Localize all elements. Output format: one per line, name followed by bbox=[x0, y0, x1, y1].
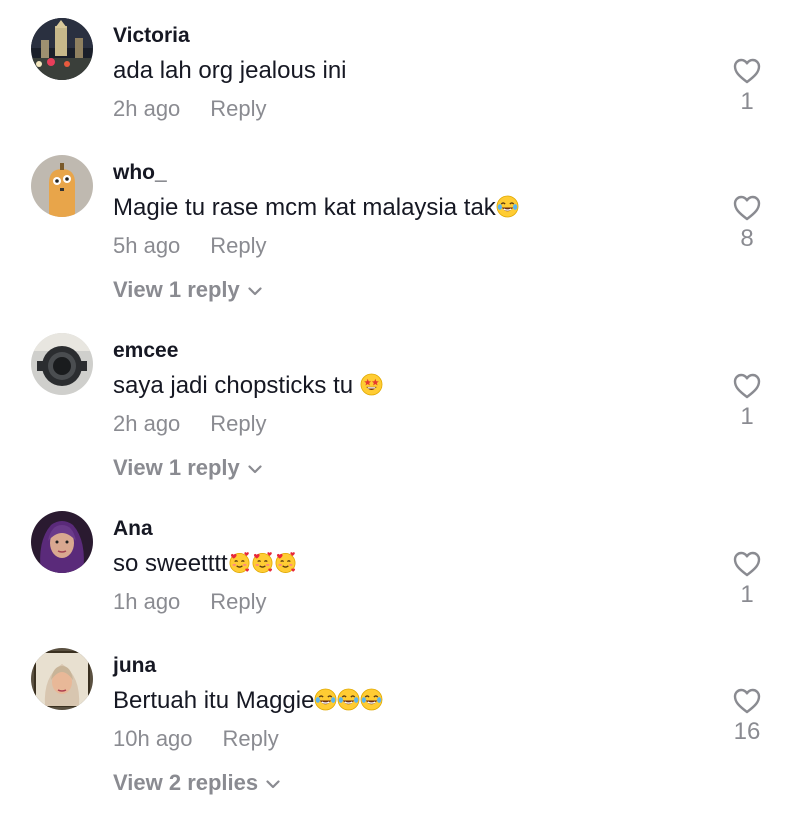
comment-meta: 5h ago Reply bbox=[113, 233, 267, 259]
avatar[interactable] bbox=[31, 18, 93, 80]
comment-text: saya jadi chopsticks tu bbox=[113, 372, 383, 400]
comment-username[interactable]: Victoria bbox=[113, 24, 190, 48]
comment-time: 1h ago bbox=[113, 589, 181, 614]
smiling-face-with-hearts-emoji bbox=[274, 551, 297, 574]
avatar[interactable] bbox=[31, 648, 93, 710]
like-button[interactable]: 1 bbox=[722, 551, 772, 609]
comment-username[interactable]: Ana bbox=[113, 517, 153, 541]
comment-meta: 10h ago Reply bbox=[113, 726, 279, 752]
comment-time: 2h ago bbox=[113, 96, 181, 121]
like-button[interactable]: 1 bbox=[722, 373, 772, 431]
comment-text: Bertuah itu Maggie bbox=[113, 687, 383, 715]
face-with-tears-of-joy-emoji bbox=[360, 688, 383, 711]
comment-text: so sweetttt bbox=[113, 550, 297, 578]
reply-button[interactable]: Reply bbox=[223, 726, 279, 751]
comment-username[interactable]: emcee bbox=[113, 339, 178, 363]
like-count: 1 bbox=[740, 581, 754, 608]
reply-button[interactable]: Reply bbox=[210, 233, 266, 258]
like-count: 1 bbox=[740, 88, 754, 115]
view-replies-label: View 1 reply bbox=[113, 455, 240, 480]
avatar[interactable] bbox=[31, 511, 93, 573]
view-replies-button[interactable]: View 1 reply bbox=[113, 277, 262, 303]
reply-button[interactable]: Reply bbox=[210, 411, 266, 436]
comment-username[interactable]: juna bbox=[113, 654, 156, 678]
heart-outline-icon[interactable] bbox=[733, 195, 761, 221]
heart-outline-icon[interactable] bbox=[733, 688, 761, 714]
comment-time: 10h ago bbox=[113, 726, 193, 751]
smiling-face-with-hearts-emoji bbox=[251, 551, 274, 574]
avatar[interactable] bbox=[31, 333, 93, 395]
like-count: 16 bbox=[733, 718, 761, 745]
face-with-tears-of-joy-emoji bbox=[337, 688, 360, 711]
comment-meta: 2h ago Reply bbox=[113, 411, 267, 437]
smiling-face-with-hearts-emoji bbox=[228, 551, 251, 574]
reply-button[interactable]: Reply bbox=[210, 589, 266, 614]
like-count: 1 bbox=[740, 403, 754, 430]
like-button[interactable]: 1 bbox=[722, 58, 772, 116]
comment-text: ada lah org jealous ini bbox=[113, 57, 347, 84]
like-button[interactable]: 8 bbox=[722, 195, 772, 253]
view-replies-label: View 2 replies bbox=[113, 770, 259, 795]
comment-username[interactable]: who_ bbox=[113, 161, 167, 185]
comment-meta: 2h ago Reply bbox=[113, 96, 267, 122]
face-with-tears-of-joy-emoji bbox=[496, 195, 519, 218]
like-button[interactable]: 16 bbox=[722, 688, 772, 746]
view-replies-button[interactable]: View 1 reply bbox=[113, 455, 262, 481]
comment-time: 5h ago bbox=[113, 233, 181, 258]
chevron-down-icon bbox=[248, 465, 262, 474]
comment-meta: 1h ago Reply bbox=[113, 589, 267, 615]
like-count: 8 bbox=[740, 225, 754, 252]
reply-button[interactable]: Reply bbox=[210, 96, 266, 121]
comment-text: Magie tu rase mcm kat malaysia tak bbox=[113, 194, 519, 222]
heart-outline-icon[interactable] bbox=[733, 58, 761, 84]
heart-outline-icon[interactable] bbox=[733, 551, 761, 577]
view-replies-label: View 1 reply bbox=[113, 277, 240, 302]
chevron-down-icon bbox=[266, 780, 280, 789]
view-replies-button[interactable]: View 2 replies bbox=[113, 770, 280, 796]
chevron-down-icon bbox=[248, 287, 262, 296]
avatar[interactable] bbox=[31, 155, 93, 217]
face-with-tears-of-joy-emoji bbox=[314, 688, 337, 711]
comment-time: 2h ago bbox=[113, 411, 181, 436]
heart-outline-icon[interactable] bbox=[733, 373, 761, 399]
star-struck-emoji bbox=[360, 373, 383, 396]
